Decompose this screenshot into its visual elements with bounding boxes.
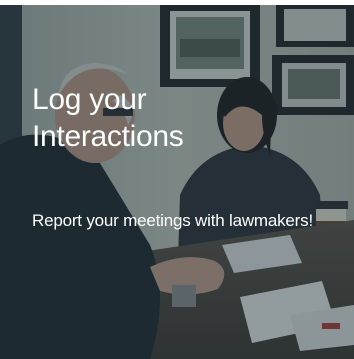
card-subtitle: Report your meetings with lawmakers! (32, 211, 313, 230)
card-title: Log your Interactions (32, 81, 332, 155)
card-title-line-1: Log your (32, 83, 147, 116)
dark-overlay (0, 5, 354, 359)
log-interactions-card[interactable]: Log your Interactions Report your meetin… (0, 5, 354, 359)
card-title-line-2: Interactions (32, 120, 184, 153)
